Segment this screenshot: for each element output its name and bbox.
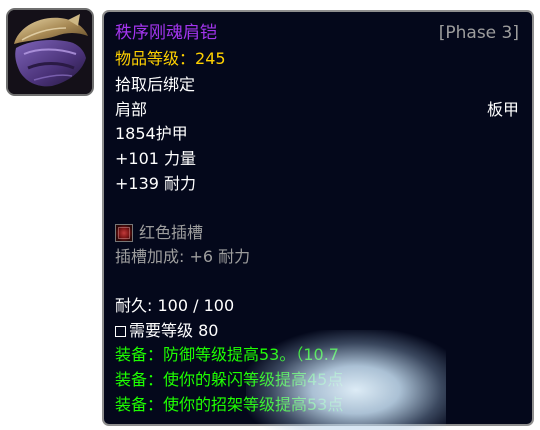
slot-text: 肩部 bbox=[115, 100, 148, 119]
checkbox-icon bbox=[115, 326, 126, 337]
item-tooltip: 秩序刚魂肩铠 [Phase 3] 物品等级：245 拾取后绑定 肩部 板甲 18… bbox=[102, 10, 534, 426]
red-socket-icon bbox=[115, 224, 133, 242]
shoulder-armor-icon[interactable] bbox=[6, 8, 94, 96]
required-level-text: 需要等级 80 bbox=[129, 321, 219, 340]
armor-type-text: 板甲 bbox=[486, 100, 519, 119]
durability-text: 耐久: 100 / 100 bbox=[115, 296, 235, 315]
equip-effect-parry: 装备：使你的招架等级提高53点 bbox=[115, 395, 344, 414]
socket-bonus: 插槽加成: +6 耐力 bbox=[115, 247, 251, 266]
tooltip-screenshot: 秩序刚魂肩铠 [Phase 3] 物品等级：245 拾取后绑定 肩部 板甲 18… bbox=[0, 0, 540, 430]
phase-label: [Phase 3] bbox=[438, 23, 519, 43]
armor-value: 1854护甲 bbox=[115, 124, 188, 143]
equip-effect-dodge: 装备：使你的躲闪等级提高45点 bbox=[115, 370, 344, 389]
item-level: 物品等级：245 bbox=[115, 48, 226, 70]
stat-stamina: +139 耐力 bbox=[115, 174, 197, 193]
socket-label: 红色插槽 bbox=[139, 223, 204, 242]
item-level-label: 物品等级： bbox=[115, 49, 196, 68]
item-name[interactable]: 秩序刚魂肩铠 bbox=[115, 22, 217, 44]
required-level: 需要等级 80 bbox=[115, 320, 218, 342]
item-level-value: 245 bbox=[195, 49, 226, 68]
stat-strength: +101 力量 bbox=[115, 149, 197, 168]
binding-text: 拾取后绑定 bbox=[115, 75, 196, 94]
equip-effect-defense: 装备：防御等级提高53。（10.7 bbox=[115, 345, 339, 364]
